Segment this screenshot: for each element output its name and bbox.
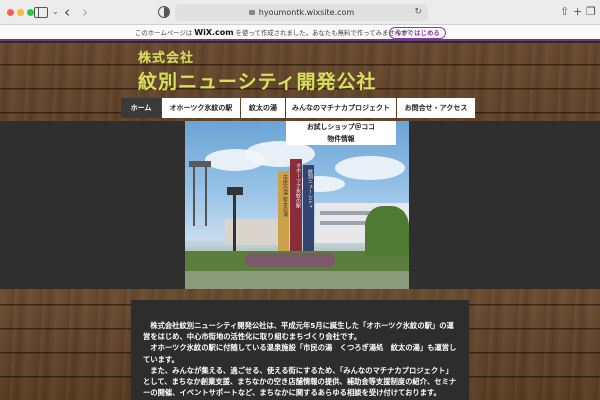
- wix-banner-text-before: このホームページは: [135, 29, 193, 37]
- wix-start-button[interactable]: 今すぐはじめる: [389, 27, 446, 39]
- dropdown-item-trial-shop[interactable]: お試しショップ＠ココ: [286, 121, 396, 133]
- dropdown-item-property-info[interactable]: 物件情報: [286, 133, 396, 145]
- forward-arrow-icon[interactable]: ›: [82, 3, 88, 21]
- photo-banner: 紋別ニューシティ: [303, 165, 314, 251]
- reload-icon[interactable]: ↻: [414, 4, 422, 21]
- nav-contact-access[interactable]: お問合せ・アクセス: [397, 98, 475, 118]
- photo-banner: 市民の湯 紋太の湯: [278, 171, 289, 251]
- maximize-window-icon[interactable]: [27, 9, 34, 16]
- back-arrow-icon[interactable]: ‹: [64, 3, 70, 21]
- address-bar[interactable]: hyoumontk.wixsite.com ↻: [175, 4, 428, 21]
- privacy-shield-icon[interactable]: [158, 6, 170, 18]
- wix-banner-text-after: を使って作成されました。あなたも無料で作ってみませんか？: [235, 29, 414, 37]
- lock-icon: [248, 10, 255, 15]
- nav-machinaka-project[interactable]: みんなのマチナカプロジェクト: [286, 98, 396, 118]
- intro-paragraph: また、みんなが集える、過ごせる、使える街にするため、「みんなのマチナカプロジェク…: [143, 365, 457, 398]
- intro-paragraph: オホーツク氷紋の駅に付随している温泉施設「市民の湯 くつろぎ湯処 紋太の湯」も運…: [143, 343, 457, 364]
- close-window-icon[interactable]: [7, 9, 14, 16]
- new-tab-icon[interactable]: +: [573, 5, 582, 18]
- browser-toolbar: ⌄ ‹ › hyoumontk.wixsite.com ↻ ⇧ + ❐: [0, 0, 600, 25]
- nav-home[interactable]: ホーム: [121, 98, 161, 118]
- chevron-down-icon[interactable]: ⌄: [52, 7, 59, 16]
- company-type: 株式会社: [138, 51, 195, 66]
- intro-paragraph: 株式会社紋別ニューシティ開発公社は、平成元年5月に誕生した「オホーツク氷紋の駅」…: [143, 321, 454, 342]
- nav-monta-onsen[interactable]: 紋太の湯: [241, 98, 285, 118]
- minimize-window-icon[interactable]: [17, 9, 24, 16]
- tab-overview-icon[interactable]: ❐: [586, 5, 596, 18]
- share-icon[interactable]: ⇧: [560, 5, 569, 18]
- company-name[interactable]: 紋別ニューシティ開発公社: [138, 67, 376, 94]
- url-text: hyoumontk.wixsite.com: [258, 8, 355, 17]
- sidebar-toggle-icon[interactable]: [34, 7, 48, 18]
- hero-photo: 市民の湯 紋太の湯 オホーツク氷紋の駅 紋別ニューシティ: [185, 121, 409, 289]
- photo-banner: オホーツク氷紋の駅: [290, 159, 302, 251]
- intro-textbox: 株式会社紋別ニューシティ開発公社は、平成元年5月に誕生した「オホーツク氷紋の駅」…: [131, 300, 469, 400]
- wix-logo[interactable]: WiX.com: [194, 28, 233, 37]
- wix-promo-banner: このホームページは WiX.com を使って作成されました。あなたも無料で作って…: [0, 25, 600, 41]
- nav-hyomon-station[interactable]: オホーツク氷紋の駅: [162, 98, 240, 118]
- machinaka-dropdown: お試しショップ＠ココ 物件情報: [286, 121, 396, 145]
